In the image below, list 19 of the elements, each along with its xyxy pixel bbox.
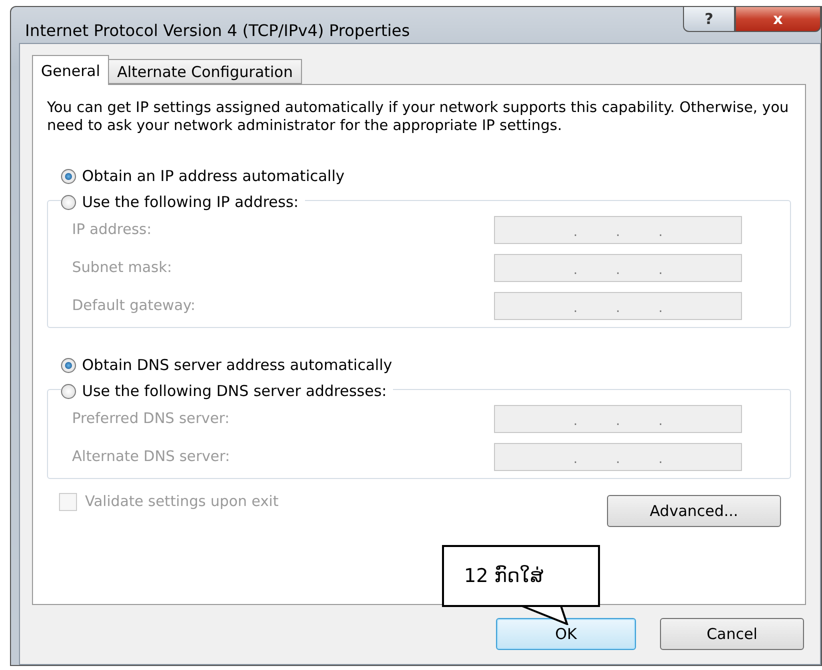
radio-label[interactable]: Use the following DNS server addresses: (82, 382, 387, 400)
help-button[interactable]: ? (683, 6, 735, 32)
field-label: IP address: (72, 222, 152, 238)
tab[interactable]: General (32, 55, 110, 85)
window-title: Internet Protocol Version 4 (TCP/IPv4) Properties (25, 21, 410, 40)
description-text: You can get IP settings assigned automatically if your network supports this capability. Otherwise, you need to ask your network administrator for the appropriate IP settings. (47, 99, 790, 135)
field-label: Default gateway: (72, 298, 196, 314)
callout-text: 12 ກົດໃສ່ (464, 565, 544, 587)
field-label: Subnet mask: (72, 260, 172, 276)
close-button[interactable]: x (735, 6, 821, 32)
radio-label[interactable]: Obtain an IP address automatically (82, 167, 345, 185)
radio-label[interactable]: Obtain DNS server address automatically (82, 356, 392, 374)
tab[interactable]: Alternate Configuration (108, 59, 302, 84)
field-label: Alternate DNS server: (72, 449, 230, 465)
field-label: Preferred DNS server: (72, 411, 230, 427)
ok-button[interactable]: OK (496, 618, 636, 650)
radio-label[interactable]: Use the following IP address: (82, 193, 299, 211)
cancel-button[interactable]: Cancel (660, 618, 804, 650)
advanced-button[interactable]: Advanced... (607, 495, 781, 527)
